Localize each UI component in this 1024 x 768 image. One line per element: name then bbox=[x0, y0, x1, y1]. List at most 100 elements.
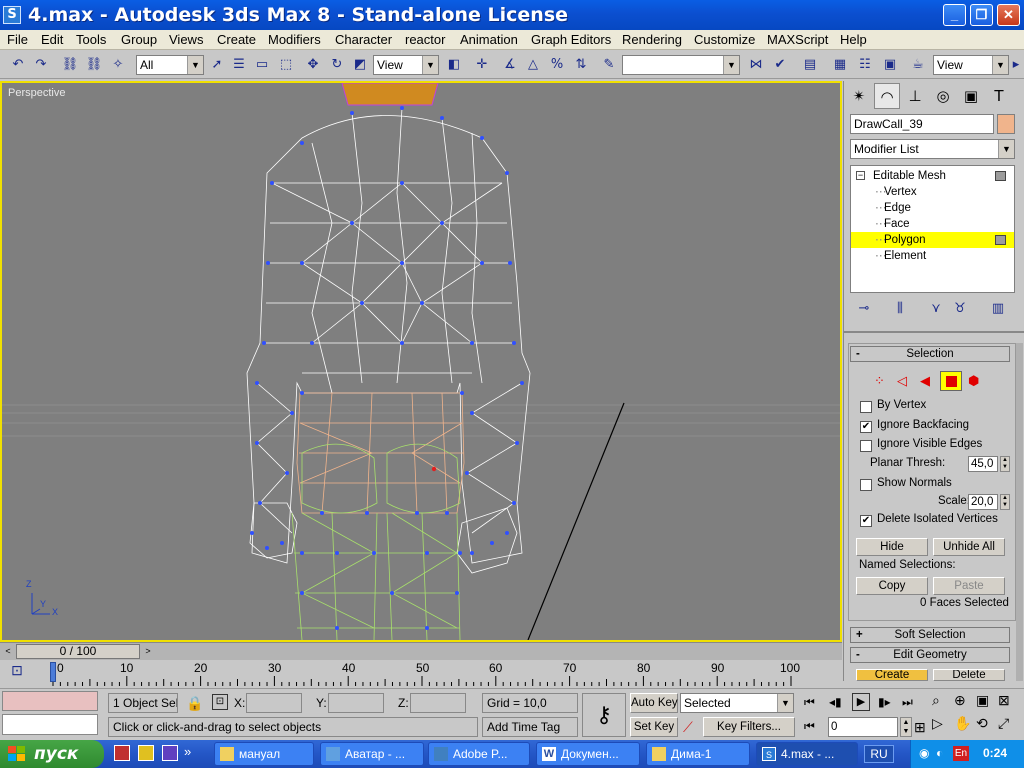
menu-edit[interactable]: Edit bbox=[41, 32, 63, 47]
clock[interactable]: 0:24 bbox=[983, 746, 1007, 760]
taskbar-item-manual[interactable]: мануал bbox=[214, 742, 314, 766]
speaker-icon[interactable]: ◐ bbox=[936, 746, 943, 760]
configure-modifier-sets-icon[interactable]: ▥ bbox=[988, 299, 1008, 319]
previous-frame-icon[interactable]: ◂▮ bbox=[829, 695, 842, 709]
menu-customize[interactable]: Customize bbox=[694, 32, 755, 47]
hide-button[interactable]: Hide bbox=[856, 538, 928, 556]
absolute-mode-icon[interactable]: ⊡ bbox=[212, 694, 228, 710]
stack-item-edge[interactable]: ⋯ Edge bbox=[851, 200, 1014, 216]
time-configuration-icon[interactable]: ⊞ bbox=[914, 719, 926, 736]
select-and-rotate-icon[interactable]: ↻ bbox=[327, 55, 347, 75]
make-unique-icon[interactable]: ⋎ bbox=[926, 299, 946, 319]
menu-help[interactable]: Help bbox=[840, 32, 867, 47]
perspective-viewport[interactable]: Perspective Z X Y bbox=[0, 81, 842, 642]
current-frame-field[interactable]: 0 bbox=[828, 717, 898, 737]
stack-item-element[interactable]: ⋯ Element bbox=[851, 248, 1014, 264]
menu-character[interactable]: Character bbox=[335, 32, 392, 47]
menu-animation[interactable]: Animation bbox=[460, 32, 518, 47]
element-mode-icon[interactable]: ⬢ bbox=[968, 373, 979, 389]
zoom-icon[interactable]: ⌕ bbox=[932, 692, 940, 709]
stack-item-editable-mesh[interactable]: − Editable Mesh bbox=[851, 168, 1014, 184]
mini-curve-editor-icon[interactable]: ⊡ bbox=[8, 662, 26, 682]
chevron-right-icon[interactable]: » bbox=[184, 744, 191, 759]
quick-launch-app-icon[interactable] bbox=[138, 745, 154, 761]
ignore-backfacing-checkbox[interactable]: ✔ bbox=[860, 421, 872, 433]
menu-group[interactable]: Group bbox=[121, 32, 157, 47]
field-of-view-icon[interactable]: ▷ bbox=[932, 715, 943, 732]
time-slider-track[interactable]: 0 / 100 < > bbox=[0, 642, 842, 660]
menu-rendering[interactable]: Rendering bbox=[622, 32, 682, 47]
maxscript-listener-mini[interactable] bbox=[2, 691, 98, 711]
maximize-viewport-icon[interactable]: ⤢ bbox=[998, 715, 1009, 732]
paste-button[interactable]: Paste bbox=[933, 577, 1005, 595]
menu-graph-editors[interactable]: Graph Editors bbox=[531, 32, 611, 47]
x-coord-field[interactable] bbox=[246, 693, 302, 713]
align-icon[interactable]: ✔ bbox=[770, 55, 790, 75]
modify-tab-icon[interactable]: ◠ bbox=[874, 83, 900, 109]
restore-button[interactable]: ❐ bbox=[970, 4, 993, 26]
menu-tools[interactable]: Tools bbox=[76, 32, 106, 47]
selection-rollout-header[interactable]: - Selection bbox=[850, 346, 1010, 362]
undo-icon[interactable]: ↶ bbox=[8, 55, 28, 75]
schematic-view-icon[interactable]: ☷ bbox=[855, 55, 875, 75]
current-frame-marker[interactable] bbox=[50, 662, 56, 682]
copy-button[interactable]: Copy bbox=[856, 577, 928, 595]
key-icon[interactable]: ⚷ bbox=[582, 693, 626, 737]
edit-geometry-rollout-header[interactable]: - Edit Geometry bbox=[850, 647, 1010, 663]
go-to-end-icon[interactable]: ⏭ bbox=[902, 695, 913, 710]
taskbar-item-avatar[interactable]: Аватар - ... bbox=[320, 742, 424, 766]
stack-item-vertex[interactable]: ⋯ Vertex bbox=[851, 184, 1014, 200]
spinner-snap-icon[interactable]: ⇅ bbox=[571, 55, 591, 75]
add-time-tag-button[interactable]: Add Time Tag bbox=[482, 717, 578, 737]
next-frame-icon[interactable]: > bbox=[141, 644, 155, 659]
render-view-combo[interactable]: View ▼ bbox=[933, 55, 1009, 75]
display-tab-icon[interactable]: ▣ bbox=[958, 83, 984, 109]
zoom-extents-all-icon[interactable]: ⊠ bbox=[998, 692, 1010, 709]
edit-named-selection-icon[interactable]: ✎ bbox=[599, 55, 619, 75]
ignore-visible-edges-checkbox[interactable] bbox=[860, 440, 872, 452]
create-tab-icon[interactable]: ✴ bbox=[846, 83, 872, 109]
select-by-name-icon[interactable]: ☰ bbox=[229, 55, 249, 75]
edge-mode-icon[interactable]: ◁ bbox=[897, 373, 907, 389]
menu-views[interactable]: Views bbox=[169, 32, 203, 47]
stack-toggle-icon[interactable] bbox=[995, 171, 1006, 181]
spinner-arrows-icon[interactable]: ▲ ▼ bbox=[900, 717, 912, 737]
z-coord-field[interactable] bbox=[410, 693, 466, 713]
set-key-button[interactable]: Set Key bbox=[630, 717, 678, 737]
timeline-ruler[interactable]: 0 10 20 30 40 50 60 70 80 90 100 bbox=[50, 660, 842, 688]
percent-snap-icon[interactable]: % bbox=[547, 55, 567, 75]
pan-view-icon[interactable]: ✋ bbox=[954, 715, 971, 732]
collapse-icon[interactable]: − bbox=[856, 171, 865, 180]
hierarchy-tab-icon[interactable]: ⊥ bbox=[902, 83, 928, 109]
select-and-move-icon[interactable]: ✥ bbox=[303, 55, 323, 75]
rectangular-selection-icon[interactable]: ▭ bbox=[252, 55, 272, 75]
snap-toggle-icon[interactable]: ∡ bbox=[500, 55, 520, 75]
select-and-link-icon[interactable]: ⛓ bbox=[60, 55, 80, 75]
normals-scale-spinner[interactable]: 20,0 bbox=[968, 494, 998, 510]
utilities-tab-icon[interactable]: T bbox=[986, 83, 1012, 109]
pin-stack-icon[interactable]: ⊸ bbox=[854, 299, 874, 319]
stack-item-face[interactable]: ⋯ Face bbox=[851, 216, 1014, 232]
network-icon[interactable]: ◉ bbox=[919, 746, 929, 760]
auto-key-button[interactable]: Auto Key bbox=[630, 693, 678, 713]
layer-manager-icon[interactable]: ▤ bbox=[800, 55, 820, 75]
object-color-swatch[interactable] bbox=[997, 114, 1015, 134]
named-selection-sets-combo[interactable]: ▼ bbox=[622, 55, 740, 75]
command-panel-scrollbar[interactable] bbox=[1016, 343, 1023, 681]
key-filters-button[interactable]: Key Filters... bbox=[703, 717, 795, 737]
y-coord-field[interactable] bbox=[328, 693, 384, 713]
quick-launch-app-icon[interactable] bbox=[114, 745, 130, 761]
start-button[interactable]: пуск bbox=[0, 740, 104, 768]
motion-tab-icon[interactable]: ◎ bbox=[930, 83, 956, 109]
window-crossing-icon[interactable]: ⬚ bbox=[276, 55, 296, 75]
face-mode-icon[interactable]: ◀ bbox=[920, 373, 930, 389]
close-button[interactable]: ✕ bbox=[997, 4, 1020, 26]
taskbar-item-3dsmax[interactable]: S 4.max - ... bbox=[756, 742, 858, 766]
material-editor-icon[interactable]: ▣ bbox=[880, 55, 900, 75]
by-vertex-checkbox[interactable] bbox=[860, 401, 872, 413]
menu-reactor[interactable]: reactor bbox=[405, 32, 445, 47]
prev-frame-icon[interactable]: < bbox=[1, 644, 15, 659]
3ds-max-icon[interactable]: S bbox=[3, 6, 21, 24]
taskbar-item-adobe[interactable]: Adobe P... bbox=[428, 742, 530, 766]
menu-maxscript[interactable]: MAXScript bbox=[767, 32, 828, 47]
